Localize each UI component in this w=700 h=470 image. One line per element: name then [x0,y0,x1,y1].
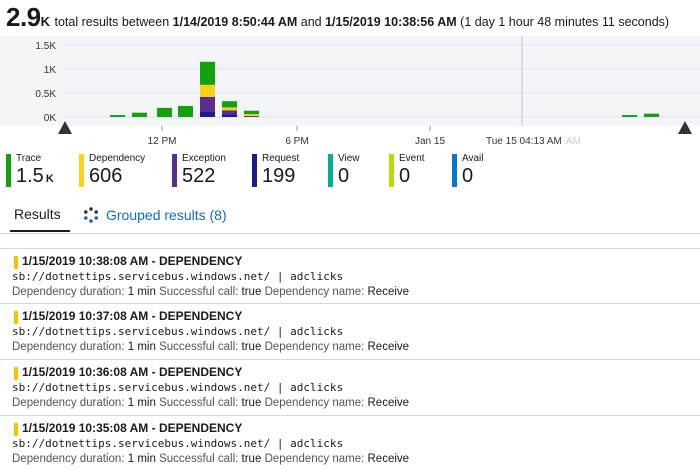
chart-bar-trace [244,110,259,115]
x-tick-label: Jan 15 [415,136,445,147]
chart-bar-trace [200,61,215,85]
result-meta: Dependency duration: 1 min Successful ca… [12,286,410,298]
legend-dependency-swatch [79,154,84,187]
chart-bar-dependency [222,107,237,111]
hover-time-label: Tue 15 04:13 AM [486,136,562,147]
chart-bar-request [222,114,237,117]
tab-results[interactable]: Results [14,206,61,222]
result-meta: Dependency duration: 1 min Successful ca… [12,453,410,465]
y-tick-label: 0K [44,113,57,124]
hover-time-label-faded: AM [566,136,581,147]
list-item[interactable]: 1/15/2019 10:37:08 AM - DEPENDENCY sb://… [0,304,700,360]
dependency-marker [14,256,18,269]
chart-bar-exception [222,110,237,115]
chart-bar-request [200,111,215,117]
tab-grouped-label: Grouped results (8) [106,207,227,223]
legend-exception-swatch [172,154,177,187]
total-count: 2.9 [6,2,41,32]
chart-bar-trace [157,107,172,117]
chart-plot-area [0,36,700,126]
range-end: 1/15/2019 10:38:56 AM [325,15,457,29]
legend-event-swatch [389,154,394,187]
results-tabs: Results Grouped results (8) [0,200,700,234]
range-duration: (1 day 1 hour 48 minutes 11 seconds) [460,15,670,29]
summary-text: total results between 1/14/2019 8:50:44 … [54,15,670,29]
chart-bar-exception [244,116,259,117]
legend-trace-swatch [6,154,11,187]
chart-bar-trace [644,113,659,117]
tabs-divider [0,233,700,234]
result-title: 1/15/2019 10:38:08 AM - DEPENDENCY [22,254,243,268]
dependency-marker [14,367,18,380]
chart-bar-trace [132,112,147,117]
results-list: 1/15/2019 10:38:08 AM - DEPENDENCY sb://… [0,248,700,470]
chart-bar-exception [200,96,215,112]
chart-bar-trace [222,101,237,108]
result-title: 1/15/2019 10:35:08 AM - DEPENDENCY [22,421,243,435]
list-item[interactable]: 1/15/2019 10:36:08 AM - DEPENDENCY sb://… [0,360,700,416]
result-path: sb://dotnettips.servicebus.windows.net/ … [12,437,344,450]
chart-bar-trace [110,115,125,117]
total-count-unit: K [40,14,51,29]
y-tick-label: 0.5K [35,89,56,100]
legend-request-swatch [252,154,257,187]
timeline-chart[interactable]: 1.5K 1K 0.5K 0K 12 PM 6 PM Jan 15 Tue 15 04:13 … [0,36,700,148]
result-meta: Dependency duration: 1 min Successful ca… [12,397,410,409]
chart-bar-dependency [200,84,215,97]
dependency-marker [14,423,18,436]
chart-bar-dependency [244,114,259,117]
y-tick-label: 1.5K [35,41,56,52]
timeline-chart-svg[interactable]: 1.5K 1K 0.5K 0K 12 PM 6 PM Jan 15 Tue 15 04:13 … [0,36,700,148]
range-start: 1/14/2019 8:50:44 AM [172,15,298,29]
chart-bar-trace [178,105,193,117]
results-summary: 2.9K total results between 1/14/2019 8:5… [6,2,670,32]
chart-bar-trace [622,115,637,117]
list-item[interactable]: 1/15/2019 10:38:08 AM - DEPENDENCY sb://… [0,248,700,304]
x-tick-label: 6 PM [285,136,308,147]
tab-results-underline [10,230,70,232]
result-path: sb://dotnettips.servicebus.windows.net/ … [12,325,344,338]
grouped-loading-icon [84,207,98,223]
x-tick-label: 12 PM [148,136,177,147]
result-title: 1/15/2019 10:37:08 AM - DEPENDENCY [22,309,243,323]
result-path: sb://dotnettips.servicebus.windows.net/ … [12,381,344,394]
dependency-marker [14,311,18,324]
legend-avail-swatch [452,154,457,187]
tab-grouped-results[interactable]: Grouped results (8) [82,206,227,224]
y-tick-label: 1K [44,65,57,76]
result-path: sb://dotnettips.servicebus.windows.net/ … [12,270,344,283]
list-item[interactable]: 1/15/2019 10:35:08 AM - DEPENDENCY sb://… [0,416,700,470]
result-title: 1/15/2019 10:36:08 AM - DEPENDENCY [22,365,243,379]
result-meta: Dependency duration: 1 min Successful ca… [12,341,410,353]
legend-view-swatch [328,154,333,187]
